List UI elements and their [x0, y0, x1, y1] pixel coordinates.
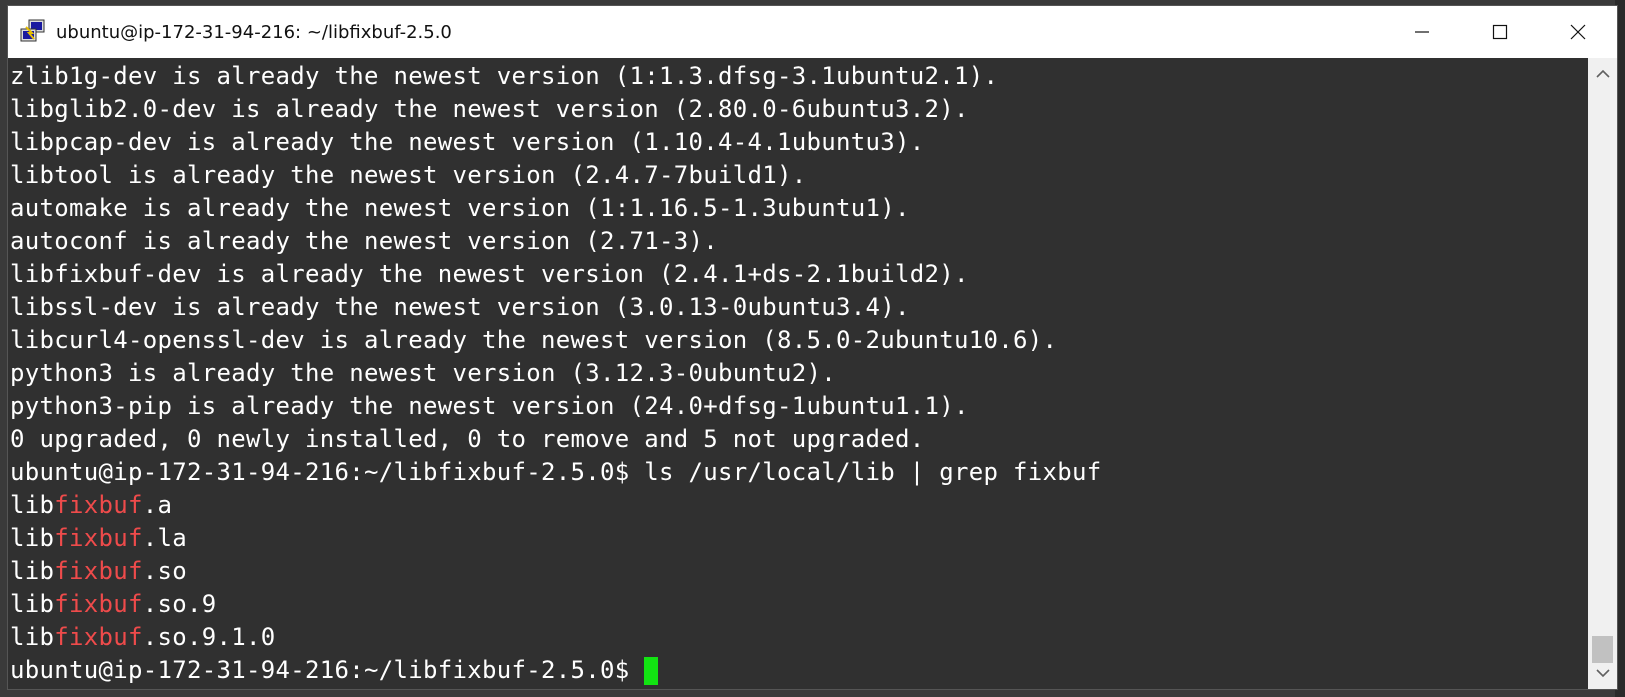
grep-result-prefix: lib — [10, 491, 55, 519]
terminal-line: python3 is already the newest version (3… — [10, 359, 836, 387]
grep-match: fixbuf — [54, 524, 143, 552]
terminal-line: autoconf is already the newest version (… — [10, 227, 718, 255]
terminal-line: python3-pip is already the newest versio… — [10, 392, 969, 420]
grep-result-line: libfixbuf.a — [10, 489, 172, 522]
terminal-line: 0 upgraded, 0 newly installed, 0 to remo… — [10, 425, 925, 453]
grep-match: fixbuf — [54, 590, 143, 618]
title-bar[interactable]: ubuntu@ip-172-31-94-216: ~/libfixbuf-2.5… — [8, 6, 1617, 58]
terminal-output[interactable]: zlib1g-dev is already the newest version… — [8, 58, 1588, 689]
window-controls — [1383, 6, 1617, 58]
grep-result-prefix: lib — [10, 524, 55, 552]
grep-result-prefix: lib — [10, 590, 55, 618]
terminal-line: libtool is already the newest version (2… — [10, 161, 807, 189]
maximize-button[interactable] — [1461, 6, 1539, 58]
shell-prompt: ubuntu@ip-172-31-94-216:~/libfixbuf-2.5.… — [10, 656, 645, 684]
close-icon — [1570, 24, 1586, 40]
putty-icon[interactable] — [20, 19, 46, 45]
terminal-line: automake is already the newest version (… — [10, 194, 910, 222]
grep-result-prefix: lib — [10, 623, 55, 651]
scroll-up-icon — [1595, 69, 1610, 78]
window-title: ubuntu@ip-172-31-94-216: ~/libfixbuf-2.5… — [56, 21, 452, 43]
grep-result-suffix: .so — [142, 557, 187, 585]
vertical-scrollbar[interactable] — [1588, 58, 1617, 689]
scroll-up-button[interactable] — [1588, 60, 1617, 88]
grep-result-prefix: lib — [10, 557, 55, 585]
terminal-line: libpcap-dev is already the newest versio… — [10, 128, 925, 156]
grep-result-suffix: .a — [142, 491, 173, 519]
grep-result-line: libfixbuf.la — [10, 522, 187, 555]
terminal-window: ubuntu@ip-172-31-94-216: ~/libfixbuf-2.5… — [8, 6, 1617, 689]
terminal-line: libfixbuf-dev is already the newest vers… — [10, 260, 969, 288]
grep-result-suffix: .so.9.1.0 — [142, 623, 276, 651]
grep-result-suffix: .so.9 — [142, 590, 217, 618]
scroll-down-icon — [1595, 669, 1610, 678]
minimize-icon — [1415, 31, 1429, 33]
grep-result-line: libfixbuf.so.9 — [10, 588, 217, 621]
scroll-down-button[interactable] — [1588, 659, 1617, 687]
grep-result-line: libfixbuf.so.9.1.0 — [10, 621, 276, 654]
command-line: ubuntu@ip-172-31-94-216:~/libfixbuf-2.5.… — [10, 458, 1102, 486]
grep-result-suffix: .la — [142, 524, 187, 552]
terminal-line: libssl-dev is already the newest version… — [10, 293, 910, 321]
minimize-button[interactable] — [1383, 6, 1461, 58]
grep-match: fixbuf — [54, 491, 143, 519]
grep-match: fixbuf — [54, 623, 143, 651]
terminal-line: zlib1g-dev is already the newest version… — [10, 62, 999, 90]
grep-match: fixbuf — [54, 557, 143, 585]
prompt-line[interactable]: ubuntu@ip-172-31-94-216:~/libfixbuf-2.5.… — [10, 654, 659, 687]
close-button[interactable] — [1539, 6, 1617, 58]
text-cursor — [644, 657, 659, 685]
terminal-line: libglib2.0-dev is already the newest ver… — [10, 95, 969, 123]
terminal-line: libcurl4-openssl-dev is already the newe… — [10, 326, 1058, 354]
grep-result-line: libfixbuf.so — [10, 555, 187, 588]
maximize-icon — [1492, 24, 1508, 40]
